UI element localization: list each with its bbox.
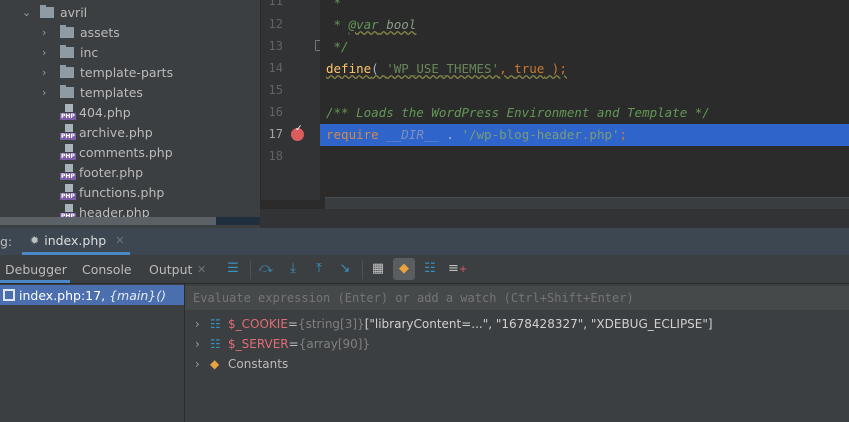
evaluate-expression-input[interactable] — [185, 286, 849, 310]
php-file-icon: PHP — [60, 184, 76, 200]
editor-gutter: 11 12 13 14 15 16 17 18 ✓ — [260, 0, 324, 200]
current-line-highlight: require __DIR__ . '/wp-blog-header.php'; — [320, 124, 849, 146]
chevron-right-icon: › — [42, 45, 47, 59]
constant-icon: ◆ — [210, 357, 220, 371]
chevron-right-icon[interactable]: › — [195, 337, 210, 351]
tree-folder-assets[interactable]: › assets — [42, 22, 120, 42]
constants-toggle-icon[interactable]: ◆ — [393, 258, 415, 280]
chevron-right-icon[interactable]: › — [195, 317, 210, 331]
active-tab-indicator — [0, 280, 70, 283]
folder-icon — [40, 4, 54, 18]
tab-output[interactable]: Output — [149, 262, 192, 277]
array-icon: ☷ — [210, 317, 221, 331]
php-file-icon: PHP — [60, 164, 76, 180]
close-icon[interactable]: ✕ — [115, 234, 124, 247]
step-over-icon[interactable]: ⤼ — [257, 260, 275, 278]
tree-file[interactable]: PHP 404.php — [60, 102, 131, 122]
project-tree: ⌄ avril › assets › inc › template-parts › tem… — [0, 0, 260, 228]
code-line-17: require __DIR__ . '/wp-blog-header.php'; — [326, 127, 628, 142]
code-editor[interactable]: * * @var bool */ define( 'WP_USE_THEMES'… — [320, 0, 849, 200]
tree-file[interactable]: PHP archive.php — [60, 122, 153, 142]
debug-toolbar: Debugger Console Output ✕ ☰ ⤼ ⤓ ⤒ ↘ ▦ ◆ … — [0, 255, 849, 284]
show-execution-point-icon[interactable]: ☰ — [224, 260, 242, 278]
folder-icon — [60, 24, 74, 38]
tree-folder-avril[interactable]: ⌄ avril — [22, 2, 87, 22]
frame-icon — [3, 289, 15, 301]
chevron-down-icon: ⌄ — [22, 5, 32, 19]
tree-file[interactable]: PHP functions.php — [60, 182, 164, 202]
debug-session-tab[interactable]: ✹ index.php ✕ — [22, 228, 130, 255]
tree-folder-inc[interactable]: › inc — [42, 42, 98, 62]
chevron-right-icon[interactable]: › — [195, 357, 210, 371]
list-numbered-icon[interactable]: ☷ — [421, 260, 439, 278]
code-line-14: define( 'WP_USE_THEMES', true ); — [326, 61, 567, 76]
debug-tool-window-header: g: ✹ index.php ✕ — [0, 228, 849, 255]
code-line-12: * @var bool — [326, 17, 417, 32]
tree-scrollbar-track — [216, 217, 260, 225]
step-into-icon[interactable]: ⤓ — [284, 260, 302, 278]
folder-icon — [60, 84, 74, 98]
chevron-right-icon: › — [42, 25, 47, 39]
frame-item[interactable]: index.php:17, {main}() — [0, 285, 184, 305]
tree-file[interactable]: PHP comments.php — [60, 142, 173, 162]
tab-console[interactable]: Console — [82, 262, 132, 277]
php-file-icon: PHP — [60, 124, 76, 140]
chevron-right-icon: › — [42, 65, 47, 79]
close-icon[interactable]: ✕ — [197, 263, 206, 276]
evaluate-expression-icon[interactable]: ▦ — [369, 260, 387, 278]
array-icon: ☷ — [210, 337, 221, 351]
editor-horizontal-scrollbar[interactable] — [325, 197, 849, 209]
tree-folder-template-parts[interactable]: › template-parts — [42, 62, 173, 82]
editor-footer — [260, 209, 849, 228]
step-out-icon[interactable]: ⤒ — [310, 260, 328, 278]
run-to-cursor-icon[interactable]: ↘ — [336, 260, 354, 278]
breakpoint-icon[interactable]: ✓ — [291, 124, 304, 141]
variable-row[interactable]: › ☷ $_SERVER = {array[90]} — [195, 334, 370, 354]
folder-icon — [60, 64, 74, 78]
tree-folder-templates[interactable]: › templates — [42, 82, 143, 102]
tree-file[interactable]: PHP footer.php — [60, 162, 143, 182]
tree-horizontal-scrollbar[interactable] — [0, 217, 216, 225]
tab-debugger[interactable]: Debugger — [5, 262, 67, 277]
folder-icon — [60, 44, 74, 58]
bug-icon: ✹ — [30, 233, 40, 247]
php-file-icon: PHP — [60, 144, 76, 160]
php-file-icon: PHP — [60, 104, 76, 120]
add-watch-icon[interactable]: ≡+ — [448, 260, 467, 278]
variable-row[interactable]: › ☷ $_COOKIE = {string[3]} ["libraryCont… — [195, 314, 713, 334]
variable-row[interactable]: › ◆ Constants — [195, 354, 288, 374]
chevron-right-icon: › — [42, 85, 47, 99]
